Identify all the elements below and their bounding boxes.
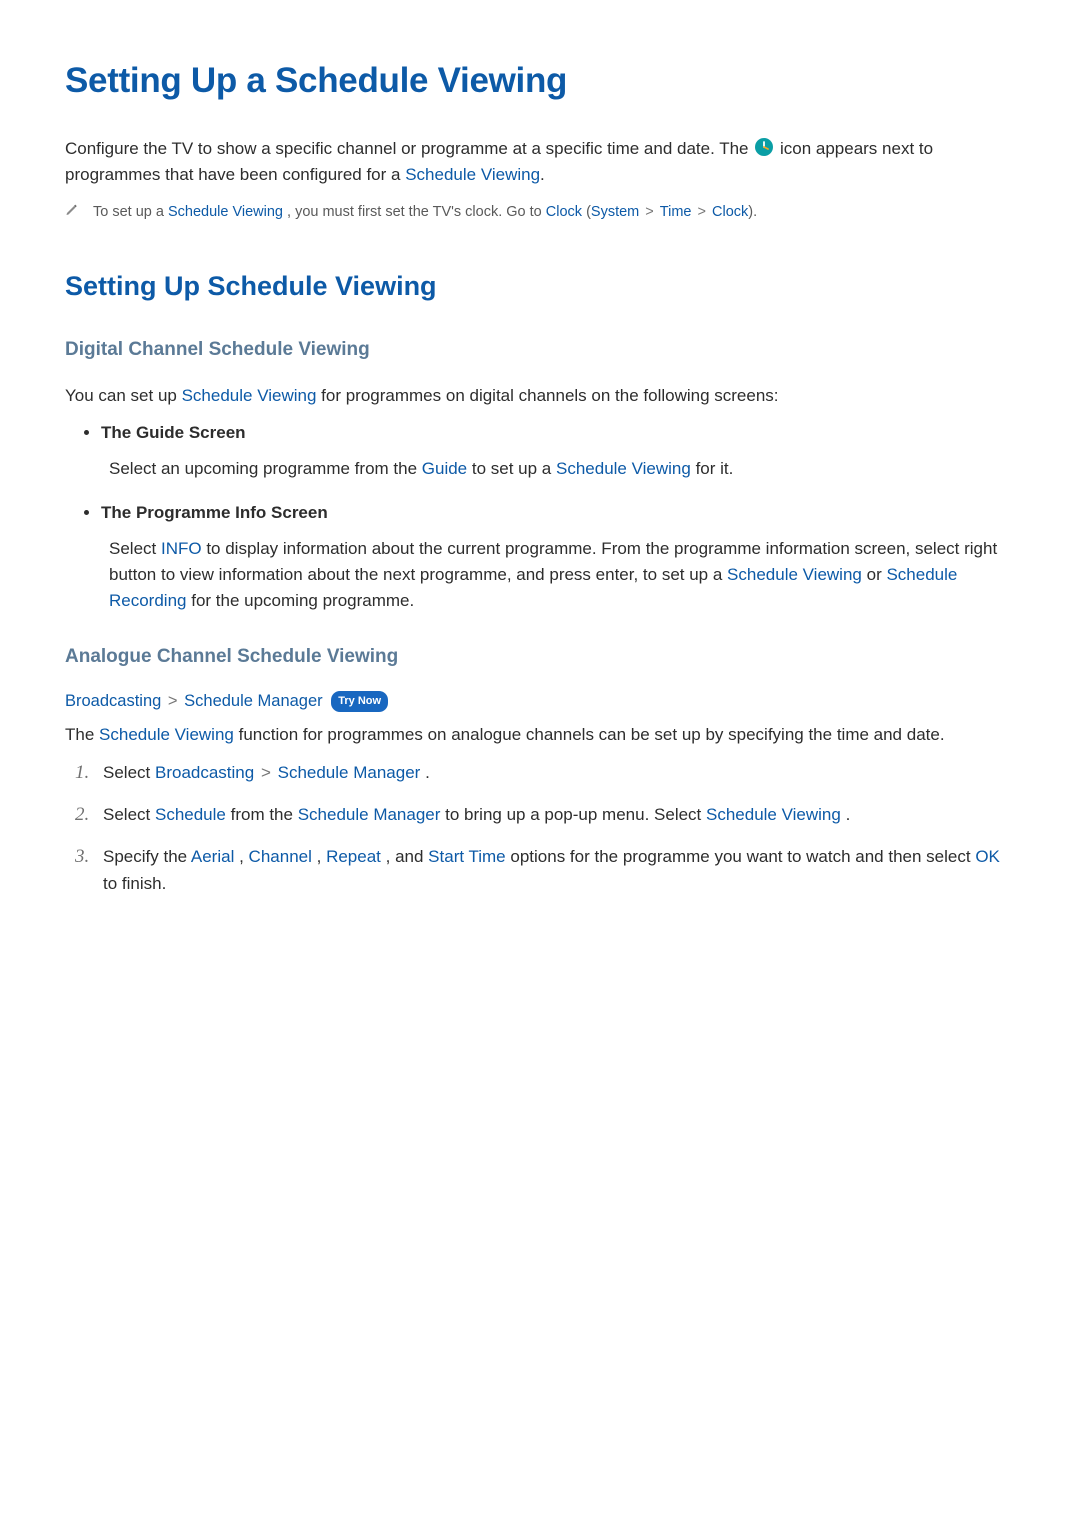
section-heading: Setting Up Schedule Viewing (65, 266, 1015, 307)
digital-subsection-heading: Digital Channel Schedule Viewing (65, 336, 1015, 365)
menu-path: Broadcasting > Schedule Manager Try Now (65, 689, 1015, 714)
analogue-steps: Select Broadcasting > Schedule Manager .… (65, 760, 1015, 897)
step: Select Broadcasting > Schedule Manager . (75, 760, 1015, 786)
analogue-intro: The Schedule Viewing function for progra… (65, 722, 1015, 748)
analogue-subsection-heading: Analogue Channel Schedule Viewing (65, 643, 1015, 672)
list-item: The Guide Screen Select an upcoming prog… (101, 420, 1015, 482)
term-schedule-viewing: Schedule Viewing (405, 165, 540, 184)
pencil-icon (65, 202, 81, 222)
clock-setup-note: To set up a Schedule Viewing , you must … (65, 202, 1015, 224)
intro-paragraph: Configure the TV to show a specific chan… (65, 136, 1015, 189)
path-broadcasting: Broadcasting (65, 692, 161, 710)
digital-intro: You can set up Schedule Viewing for prog… (65, 383, 1015, 409)
page-title: Setting Up a Schedule Viewing (65, 55, 1015, 108)
item-body: Select an upcoming programme from the Gu… (109, 456, 1015, 482)
item-body: Select INFO to display information about… (109, 536, 1015, 615)
list-item: The Programme Info Screen Select INFO to… (101, 500, 1015, 615)
intro-text-1: Configure the TV to show a specific chan… (65, 139, 753, 158)
path-schedule-manager: Schedule Manager (184, 692, 323, 710)
item-heading: The Programme Info Screen (101, 503, 328, 522)
clock-icon (754, 137, 774, 157)
step: Specify the Aerial , Channel , Repeat , … (75, 844, 1015, 897)
digital-screens-list: The Guide Screen Select an upcoming prog… (65, 420, 1015, 614)
note-body: To set up a Schedule Viewing , you must … (93, 202, 1015, 224)
step: Select Schedule from the Schedule Manage… (75, 802, 1015, 828)
item-heading: The Guide Screen (101, 423, 246, 442)
try-now-button[interactable]: Try Now (331, 691, 388, 712)
